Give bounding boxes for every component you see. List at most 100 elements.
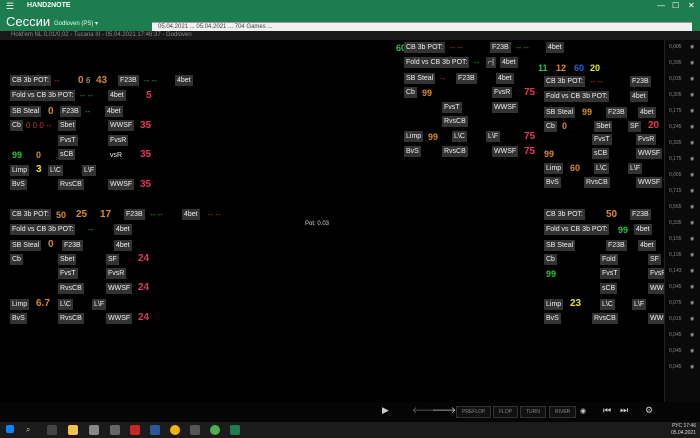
- app-icon[interactable]: [130, 425, 140, 435]
- word-icon[interactable]: [150, 425, 160, 435]
- eye-icon[interactable]: ◉: [690, 140, 694, 146]
- street-preflop-button[interactable]: PREFLOP: [456, 406, 492, 418]
- eye-icon[interactable]: ◉: [690, 268, 694, 274]
- hud-sbet-label: Sbet: [594, 121, 613, 132]
- windows-taskbar: ⌕ РУС 17:46 05.04.2021: [0, 422, 700, 438]
- eye-icon[interactable]: ◉: [690, 236, 694, 242]
- hud-value: 99: [428, 132, 439, 142]
- hud-rvscb-label: RvsCB: [442, 146, 468, 157]
- player-selector[interactable]: Godloven (PS) ▾: [54, 20, 98, 27]
- skip-back-icon[interactable]: ⏮: [603, 405, 611, 416]
- hud-value: 99: [422, 88, 433, 98]
- hud-cb3b-label: CB 3b POT:: [10, 209, 51, 220]
- hud-cb-label: Cb: [544, 121, 557, 132]
- hud-limp-label: Limp: [404, 131, 424, 142]
- hud-sf-label: SF: [648, 254, 661, 265]
- street-turn-button[interactable]: TURN: [520, 406, 546, 418]
- hud-lf-label: L\F: [82, 165, 97, 176]
- close-button[interactable]: ✕: [688, 1, 695, 10]
- street-river-button[interactable]: RIVER: [549, 406, 577, 418]
- hud-wwsf-label: WWSF: [636, 177, 663, 188]
- maximize-button[interactable]: ☐: [672, 1, 679, 10]
- app3-icon[interactable]: [210, 425, 220, 435]
- eye-icon[interactable]: ◉: [690, 60, 694, 66]
- hud-fold-cb3b-label: Fold vs CB 3b POT:: [544, 91, 610, 102]
- hud-value: 60: [570, 163, 581, 173]
- hud-fvst-label: FvsT: [442, 102, 462, 113]
- hud-wwsf-label: WWSF: [492, 146, 519, 157]
- sidebar-value: 0,175: [669, 156, 682, 162]
- hud-dash: -- --: [516, 43, 529, 52]
- hud-value: 0: [78, 75, 84, 86]
- eye-icon[interactable]: ◉: [690, 204, 694, 210]
- eye-icon[interactable]: ◉: [690, 220, 694, 226]
- sidebar-value: 0,045: [669, 348, 682, 354]
- hud-value: 24: [138, 282, 150, 293]
- app2-icon[interactable]: [190, 425, 200, 435]
- minimize-button[interactable]: —: [657, 1, 665, 10]
- sidebar-value: 0,045: [669, 284, 682, 290]
- hud-sf-label: SF: [106, 254, 119, 265]
- hud-fvsr-label: FvsR: [108, 135, 129, 146]
- eye-icon[interactable]: ◉: [690, 44, 694, 50]
- hud-wwsf-label: WWSF: [108, 120, 135, 131]
- eye-icon[interactable]: ◉: [690, 284, 694, 290]
- hand-list-sidebar[interactable]: 0,005 ◉ 0,395 ◉ 0,035 ◉ 0,305 ◉ 0,175 ◉ 0,245 ◉ 0,32…: [664, 40, 700, 402]
- hud-value: 99: [546, 269, 557, 279]
- session-popup: 05.04.2021 ... 05.04.2021 ... 704 Games …: [152, 22, 692, 31]
- sidebar-value: 0,305: [669, 92, 682, 98]
- eye-icon[interactable]: ◉: [690, 348, 694, 354]
- hud-cb3b-label: CB 3b POT:: [10, 75, 51, 86]
- hud-value: 12: [556, 63, 567, 73]
- hud-value: 5: [146, 90, 152, 101]
- sidebar-value: 0,195: [669, 252, 682, 258]
- hud-4bet-label: 4bet: [108, 90, 126, 101]
- eye-icon[interactable]: ◉: [690, 76, 694, 82]
- gear-icon[interactable]: ⚙: [645, 405, 653, 416]
- hud-bvs-label: BvS: [10, 313, 27, 324]
- start-icon[interactable]: [6, 425, 14, 433]
- skip-forward-icon[interactable]: ⏭: [620, 405, 628, 416]
- store-icon[interactable]: [110, 425, 120, 435]
- hud-value: 43: [96, 75, 108, 86]
- hud-lf-label: L\F: [486, 131, 501, 142]
- eye-icon[interactable]: ◉: [690, 316, 694, 322]
- eye-icon[interactable]: ◉: [690, 92, 694, 98]
- arrow-right-icon[interactable]: 🡒: [432, 405, 456, 416]
- hud-lc-label: L\C: [594, 163, 609, 174]
- task-view-icon[interactable]: [47, 425, 57, 435]
- hand2note-taskbar-icon[interactable]: [230, 425, 240, 435]
- eye-icon[interactable]: ◉: [690, 300, 694, 306]
- eye-icon[interactable]: ◉: [690, 108, 694, 114]
- clock-time: 17:46: [683, 423, 696, 429]
- sidebar-value: 0,035: [669, 76, 682, 82]
- sidebar-value: 0,245: [669, 124, 682, 130]
- eye-icon[interactable]: ◉: [690, 252, 694, 258]
- sidebar-value: 0,065: [669, 172, 682, 178]
- hud-value: 24: [138, 253, 150, 264]
- hud-value: 0: [562, 121, 568, 131]
- eye-icon[interactable]: ◉: [690, 172, 694, 178]
- hud-4bet-label: 4bet: [634, 224, 652, 235]
- hud-f23b-label: F23B: [62, 240, 83, 251]
- hud-value: 20: [590, 63, 601, 73]
- street-flop-button[interactable]: FLOP: [493, 406, 519, 418]
- eye-icon[interactable]: ◉: [690, 124, 694, 130]
- eye-icon[interactable]: ◉: [690, 188, 694, 194]
- system-clock[interactable]: РУС 17:46 05.04.2021: [671, 423, 696, 437]
- hud-value: 11: [538, 63, 548, 73]
- eye-icon[interactable]: ◉: [580, 407, 586, 415]
- hud-value: 17: [100, 209, 112, 220]
- eye-icon[interactable]: ◉: [690, 332, 694, 338]
- eye-icon[interactable]: ◉: [690, 156, 694, 162]
- hud-f23b-label: F23B: [490, 42, 511, 53]
- play-icon[interactable]: ▶: [382, 405, 389, 416]
- mail-icon[interactable]: [89, 425, 99, 435]
- chrome-icon[interactable]: [170, 425, 180, 435]
- hud-bottom-right: CB 3b POT: 50 F23B Fold vs CB 3b POT: 99…: [544, 209, 677, 329]
- search-icon[interactable]: ⌕: [26, 425, 36, 435]
- hamburger-icon[interactable]: ☰: [6, 1, 14, 12]
- sidebar-value: 0,143: [669, 268, 682, 274]
- folder-icon[interactable]: [68, 425, 78, 435]
- eye-icon[interactable]: ◉: [690, 364, 694, 370]
